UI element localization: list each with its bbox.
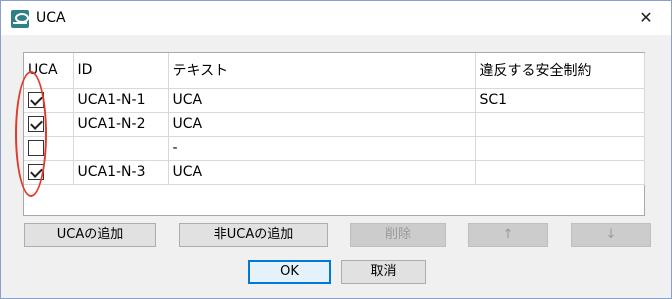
text-cell[interactable]: UCA xyxy=(168,88,476,113)
text-cell[interactable]: - xyxy=(168,136,476,161)
column-header-uca[interactable]: UCA xyxy=(24,53,74,89)
table-header-row: UCA ID テキスト 違反する安全制約 xyxy=(24,53,645,89)
uca-dialog: UCA ✕ UCA ID テキスト 違反する安全制約 UCA1-N-1 UCA … xyxy=(0,0,672,299)
table-row[interactable]: - xyxy=(24,136,645,161)
table-row[interactable]: UCA1-N-3 UCA xyxy=(24,160,645,185)
id-cell[interactable]: UCA1-N-3 xyxy=(73,160,169,185)
add-non-uca-button[interactable]: 非UCAの追加 xyxy=(179,223,328,247)
table-row[interactable]: UCA1-N-1 UCA SC1 xyxy=(24,88,645,113)
id-cell[interactable] xyxy=(73,136,169,161)
uca-checkbox[interactable] xyxy=(28,116,44,132)
column-header-id[interactable]: ID xyxy=(73,53,169,89)
move-up-button[interactable]: ↑ xyxy=(468,223,548,247)
ok-button[interactable]: OK xyxy=(248,260,331,284)
id-cell[interactable]: UCA1-N-1 xyxy=(73,88,169,113)
cancel-button[interactable]: 取消 xyxy=(341,260,426,284)
constraint-cell[interactable] xyxy=(475,112,645,137)
delete-button[interactable]: 削除 xyxy=(350,223,446,247)
constraint-cell[interactable] xyxy=(475,136,645,161)
app-icon xyxy=(11,10,29,28)
add-uca-button[interactable]: UCAの追加 xyxy=(24,223,156,247)
table-row[interactable]: UCA1-N-2 UCA xyxy=(24,112,645,137)
uca-cell xyxy=(24,160,74,185)
column-header-text[interactable]: テキスト xyxy=(168,53,476,89)
uca-cell xyxy=(24,136,74,161)
title-bar: UCA ✕ xyxy=(1,1,671,35)
text-cell[interactable]: UCA xyxy=(168,112,476,137)
uca-checkbox[interactable] xyxy=(28,164,44,180)
text-cell[interactable]: UCA xyxy=(168,160,476,185)
constraint-cell[interactable] xyxy=(475,160,645,185)
window-title: UCA xyxy=(36,10,66,26)
move-down-button[interactable]: ↓ xyxy=(571,223,651,247)
uca-checkbox[interactable] xyxy=(28,140,44,156)
column-header-constraint[interactable]: 違反する安全制約 xyxy=(475,53,645,89)
close-button[interactable]: ✕ xyxy=(631,5,661,31)
uca-cell xyxy=(24,112,74,137)
uca-grid: UCA ID テキスト 違反する安全制約 UCA1-N-1 UCA SC1 UC… xyxy=(24,53,645,185)
id-cell[interactable]: UCA1-N-2 xyxy=(73,112,169,137)
constraint-cell[interactable]: SC1 xyxy=(475,88,645,113)
uca-table: UCA ID テキスト 違反する安全制約 UCA1-N-1 UCA SC1 UC… xyxy=(23,52,645,216)
uca-checkbox[interactable] xyxy=(28,92,44,108)
uca-cell xyxy=(24,88,74,113)
